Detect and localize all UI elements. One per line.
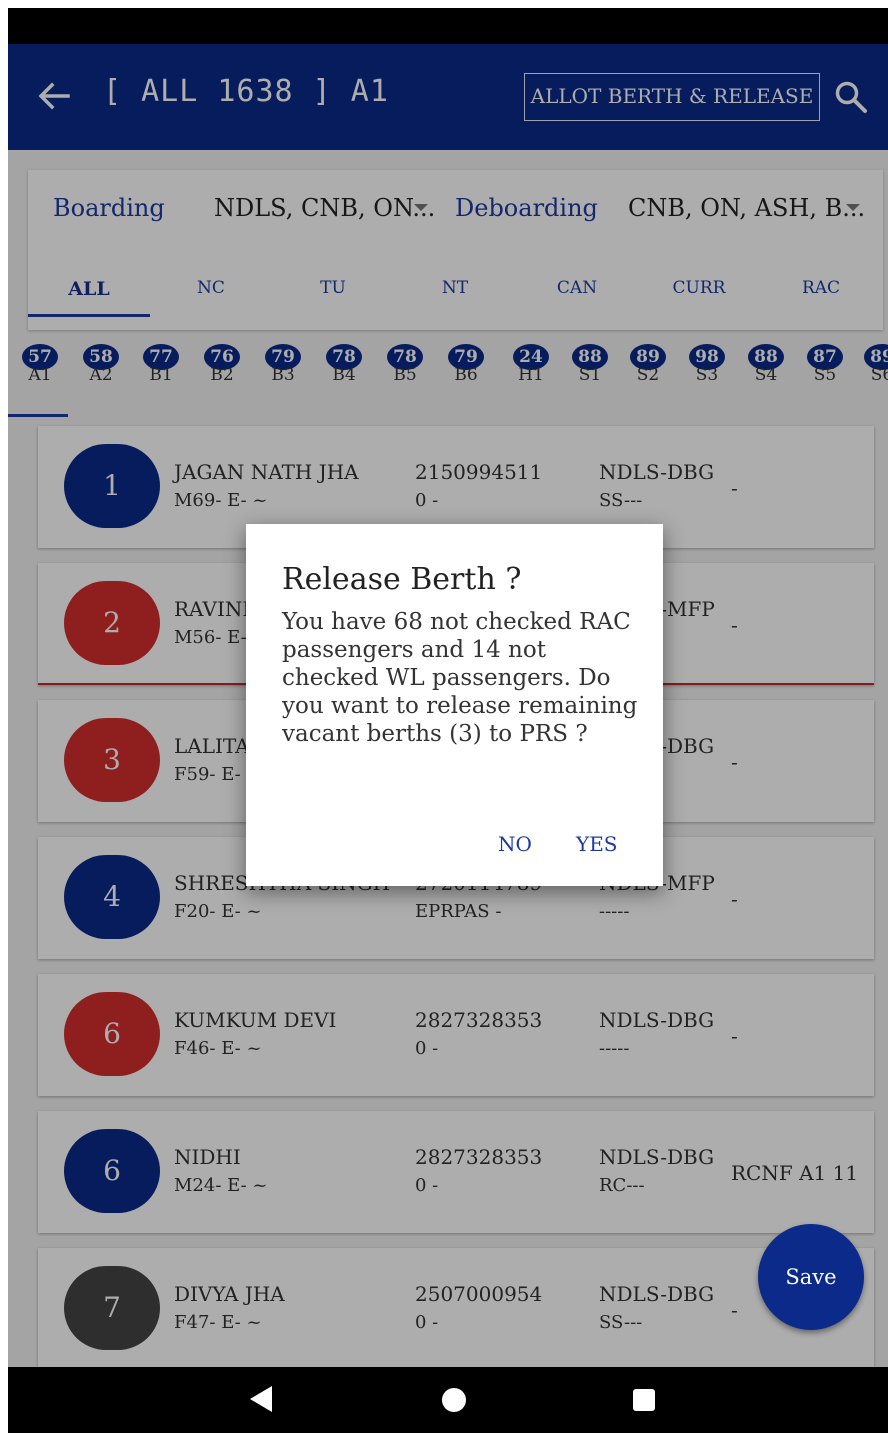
dialog-message: You have 68 not checked RAC passengers a… <box>282 609 638 747</box>
nav-home-icon[interactable] <box>442 1388 466 1412</box>
dialog-no-button[interactable]: NO <box>498 832 532 856</box>
dialog-yes-button[interactable]: YES <box>576 832 618 856</box>
nav-recents-icon[interactable] <box>633 1389 655 1411</box>
save-button[interactable]: Save <box>758 1224 864 1330</box>
system-nav-bar <box>8 1367 888 1433</box>
dialog-title: Release Berth ? <box>282 562 522 597</box>
release-berth-dialog: Release Berth ? You have 68 not checked … <box>246 524 663 886</box>
device-screen: [ ALL 1638 ] A1 ALLOT BERTH & RELEASE Bo… <box>8 8 888 1433</box>
status-bar <box>8 8 888 44</box>
nav-back-icon[interactable] <box>250 1386 272 1412</box>
